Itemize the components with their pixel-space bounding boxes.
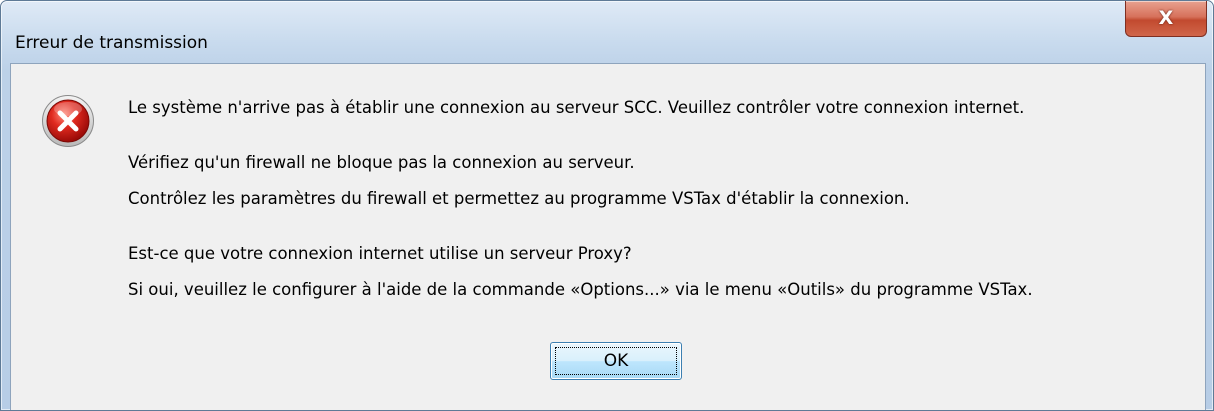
message-line-proxy-question: Est-ce que votre connexion internet util… — [128, 244, 632, 263]
message-line-proxy-config: Si oui, veuillez le configurer à l'aide … — [128, 280, 1033, 299]
message-line-firewall: Vérifiez qu'un firewall ne bloque pas la… — [128, 153, 635, 172]
error-icon — [42, 95, 94, 147]
title-bar[interactable]: Erreur de transmission X — [1, 1, 1213, 63]
error-message: Le système n'arrive pas à établir une co… — [128, 90, 1198, 308]
dialog-window: Erreur de transmission X Le système n'ar… — [0, 0, 1214, 411]
message-line-connection: Le système n'arrive pas à établir une co… — [128, 98, 1025, 117]
close-button[interactable]: X — [1125, 1, 1207, 37]
ok-button[interactable]: OK — [550, 342, 682, 380]
close-icon: X — [1158, 7, 1174, 29]
window-title: Erreur de transmission — [15, 33, 208, 53]
dialog-body: Le système n'arrive pas à établir une co… — [10, 63, 1206, 410]
message-line-firewall-settings: Contrôlez les paramètres du firewall et … — [128, 189, 910, 208]
ok-button-label: OK — [603, 351, 629, 371]
